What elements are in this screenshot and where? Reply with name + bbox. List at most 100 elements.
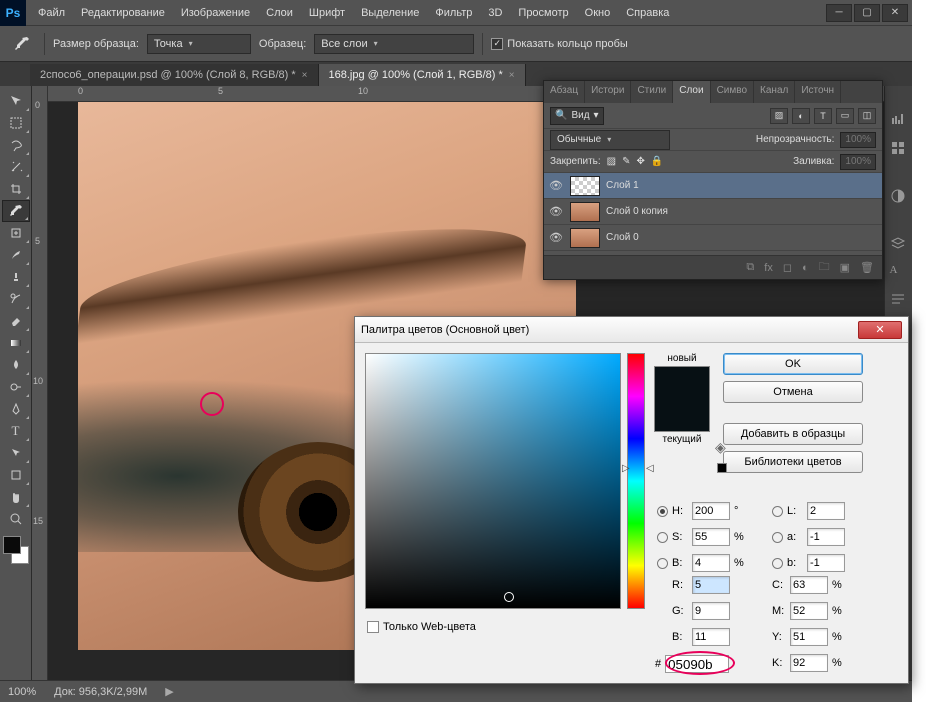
- layer-row[interactable]: 👁 Слой 0 копия: [544, 199, 882, 225]
- b2-radio[interactable]: [772, 558, 783, 569]
- layer-thumbnail[interactable]: [570, 202, 600, 222]
- layer-row[interactable]: 👁 Слой 0: [544, 225, 882, 251]
- menu-window[interactable]: Окно: [577, 2, 619, 24]
- group-icon[interactable]: 🗀: [819, 258, 830, 277]
- bv-input[interactable]: [692, 554, 730, 572]
- visibility-icon[interactable]: 👁: [548, 231, 564, 244]
- filter-adjust-icon[interactable]: ◐: [792, 108, 810, 124]
- menu-3d[interactable]: 3D: [480, 2, 510, 24]
- character-icon[interactable]: A: [890, 264, 908, 282]
- fill-value[interactable]: 100%: [840, 154, 876, 170]
- saturation-field[interactable]: [365, 353, 621, 609]
- m-input[interactable]: [790, 602, 828, 620]
- visibility-icon[interactable]: 👁: [548, 179, 564, 192]
- menu-file[interactable]: Файл: [30, 2, 73, 24]
- g-input[interactable]: [692, 602, 730, 620]
- document-tab[interactable]: 168.jpg @ 100% (Слой 1, RGB/8) *×: [319, 64, 526, 86]
- menu-help[interactable]: Справка: [618, 2, 677, 24]
- close-icon[interactable]: ×: [302, 70, 308, 81]
- menu-image[interactable]: Изображение: [173, 2, 258, 24]
- sample-size-dropdown[interactable]: Точка▾: [147, 34, 251, 54]
- wand-tool[interactable]: [2, 156, 30, 178]
- new-layer-icon[interactable]: ▣: [840, 261, 850, 274]
- color-cursor[interactable]: [504, 592, 514, 602]
- b-input[interactable]: [692, 628, 730, 646]
- history-brush-tool[interactable]: [2, 288, 30, 310]
- menu-type[interactable]: Шрифт: [301, 2, 353, 24]
- panel-tab-source[interactable]: Источн: [795, 81, 841, 103]
- visibility-icon[interactable]: 👁: [548, 205, 564, 218]
- filter-pixel-icon[interactable]: ▨: [770, 108, 788, 124]
- lock-transparency-icon[interactable]: ▨: [607, 156, 616, 167]
- layer-row[interactable]: 👁 Слой 1: [544, 173, 882, 199]
- menu-edit[interactable]: Редактирование: [73, 2, 173, 24]
- window-minimize-button[interactable]: ─: [826, 4, 852, 22]
- filter-type-icon[interactable]: T: [814, 108, 832, 124]
- show-ring-checkbox[interactable]: ✓ Показать кольцо пробы: [491, 38, 628, 50]
- b2-input[interactable]: [807, 554, 845, 572]
- panel-tab-history[interactable]: Истори: [585, 81, 631, 103]
- web-only-checkbox[interactable]: [367, 621, 379, 633]
- mask-icon[interactable]: ◻: [783, 261, 792, 274]
- panel-tab-layers[interactable]: Слои: [673, 81, 710, 103]
- ok-button[interactable]: OK: [723, 353, 863, 375]
- stamp-tool[interactable]: [2, 266, 30, 288]
- pen-tool[interactable]: [2, 398, 30, 420]
- zoom-tool[interactable]: [2, 508, 30, 530]
- crop-tool[interactable]: [2, 178, 30, 200]
- l-input[interactable]: [807, 502, 845, 520]
- zoom-value[interactable]: 100%: [8, 686, 36, 698]
- opacity-value[interactable]: 100%: [840, 132, 876, 148]
- add-swatch-button[interactable]: Добавить в образцы: [723, 423, 863, 445]
- histogram-icon[interactable]: [890, 112, 908, 130]
- lock-all-icon[interactable]: 🔒: [651, 156, 663, 167]
- link-icon[interactable]: ⧉: [746, 261, 754, 274]
- filter-smart-icon[interactable]: ◫: [858, 108, 876, 124]
- eyedropper-tool[interactable]: [2, 200, 30, 222]
- sample-dropdown[interactable]: Все слои▾: [314, 34, 474, 54]
- gamut-warning-icon[interactable]: ◈: [715, 439, 726, 456]
- a-input[interactable]: [807, 528, 845, 546]
- eyedropper-tool-icon[interactable]: [8, 33, 36, 55]
- h-input[interactable]: [692, 502, 730, 520]
- s-radio[interactable]: [657, 532, 668, 543]
- layers-dock-icon[interactable]: [890, 236, 908, 254]
- fx-icon[interactable]: fx: [764, 262, 773, 274]
- dialog-titlebar[interactable]: Палитра цветов (Основной цвет) ✕: [355, 317, 908, 343]
- color-libraries-button[interactable]: Библиотеки цветов: [723, 451, 863, 473]
- eraser-tool[interactable]: [2, 310, 30, 332]
- b-radio[interactable]: [657, 558, 668, 569]
- window-maximize-button[interactable]: ▢: [854, 4, 880, 22]
- menu-layers[interactable]: Слои: [258, 2, 301, 24]
- path-select-tool[interactable]: [2, 442, 30, 464]
- type-tool[interactable]: T: [2, 420, 30, 442]
- filter-shape-icon[interactable]: ▭: [836, 108, 854, 124]
- cancel-button[interactable]: Отмена: [723, 381, 863, 403]
- lock-pixels-icon[interactable]: ✎: [622, 156, 630, 167]
- shape-tool[interactable]: [2, 464, 30, 486]
- layer-filter-kind[interactable]: 🔍 Вид ▾: [550, 107, 604, 125]
- window-close-button[interactable]: ✕: [882, 4, 908, 22]
- menu-view[interactable]: Просмотр: [510, 2, 576, 24]
- hue-slider[interactable]: [627, 353, 645, 609]
- healing-tool[interactable]: [2, 222, 30, 244]
- layer-thumbnail[interactable]: [570, 176, 600, 196]
- a-radio[interactable]: [772, 532, 783, 543]
- dodge-tool[interactable]: [2, 376, 30, 398]
- y-input[interactable]: [790, 628, 828, 646]
- nearest-color-swatch[interactable]: [717, 463, 727, 473]
- lock-position-icon[interactable]: ✥: [637, 156, 645, 167]
- new-color-swatch[interactable]: [655, 367, 709, 399]
- status-arrow-icon[interactable]: ▶: [165, 685, 173, 698]
- gradient-tool[interactable]: [2, 332, 30, 354]
- dialog-close-button[interactable]: ✕: [858, 321, 902, 339]
- close-icon[interactable]: ×: [509, 70, 515, 81]
- document-tab[interactable]: 2спосо6_операции.psd @ 100% (Слой 8, RGB…: [30, 64, 319, 86]
- r-input[interactable]: [692, 576, 730, 594]
- l-radio[interactable]: [772, 506, 783, 517]
- lasso-tool[interactable]: [2, 134, 30, 156]
- hand-tool[interactable]: [2, 486, 30, 508]
- current-color-swatch[interactable]: [655, 399, 709, 431]
- marquee-tool[interactable]: [2, 112, 30, 134]
- menu-select[interactable]: Выделение: [353, 2, 427, 24]
